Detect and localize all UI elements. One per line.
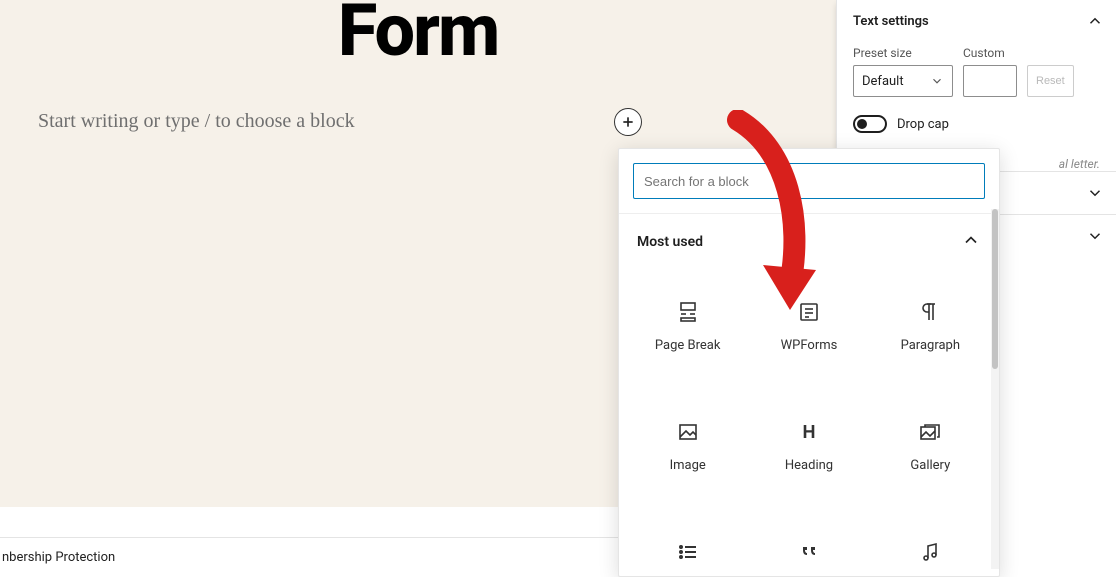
- text-settings-title: Text settings: [853, 14, 929, 29]
- custom-size-label: Custom: [963, 46, 1017, 60]
- reset-button[interactable]: Reset: [1027, 65, 1074, 97]
- preset-size-select[interactable]: Default: [853, 65, 953, 97]
- image-icon: [676, 420, 700, 444]
- chevron-down-icon: [1086, 227, 1104, 245]
- chevron-down-icon: [930, 74, 944, 88]
- paragraph-icon: [918, 300, 942, 324]
- block-inserter-popover: Most used Page Break WPForms: [618, 148, 1000, 577]
- most-used-title: Most used: [637, 234, 703, 250]
- most-used-header[interactable]: Most used: [619, 214, 999, 260]
- list-icon: [676, 540, 700, 564]
- page-break-icon: [676, 300, 700, 324]
- block-list[interactable]: List: [627, 506, 748, 576]
- block-image[interactable]: Image: [627, 386, 748, 506]
- block-search-input[interactable]: [633, 163, 985, 199]
- chevron-up-icon: [1086, 12, 1104, 30]
- drop-cap-label: Drop cap: [897, 117, 949, 132]
- chevron-up-icon: [961, 230, 981, 254]
- svg-text:H: H: [802, 422, 815, 442]
- inserter-scrollbar-thumb[interactable]: [992, 209, 998, 369]
- audio-icon: [918, 540, 942, 564]
- text-settings-body: Preset size Default Custom Reset Drop ca…: [837, 42, 1116, 149]
- block-label: Paragraph: [901, 338, 960, 353]
- block-quote[interactable]: Quote: [748, 506, 869, 576]
- block-heading[interactable]: H Heading: [748, 386, 869, 506]
- chevron-down-icon: [1086, 184, 1104, 202]
- footer-label: nbership Protection: [0, 550, 115, 565]
- block-label: Gallery: [910, 458, 950, 473]
- gallery-icon: [918, 420, 942, 444]
- block-audio[interactable]: Audio: [870, 506, 991, 576]
- text-settings-header[interactable]: Text settings: [837, 0, 1116, 42]
- quote-icon: [797, 540, 821, 564]
- block-label: Image: [670, 458, 706, 473]
- paragraph-placeholder[interactable]: Start writing or type / to choose a bloc…: [38, 110, 355, 133]
- blocks-grid: Page Break WPForms Paragraph Image: [619, 260, 999, 576]
- custom-size-input[interactable]: [963, 65, 1017, 97]
- page-title: Form: [0, 0, 836, 73]
- plus-circle-icon: [620, 114, 636, 130]
- block-label: Heading: [785, 458, 833, 473]
- heading-icon: H: [797, 420, 821, 444]
- block-label: WPForms: [781, 338, 838, 353]
- block-wpforms[interactable]: WPForms: [748, 266, 869, 386]
- drop-cap-toggle[interactable]: [853, 115, 887, 133]
- preset-size-value: Default: [862, 74, 904, 89]
- block-page-break[interactable]: Page Break: [627, 266, 748, 386]
- block-gallery[interactable]: Gallery: [870, 386, 991, 506]
- preset-size-label: Preset size: [853, 46, 953, 60]
- add-block-button[interactable]: [614, 108, 642, 136]
- wpforms-icon: [797, 300, 821, 324]
- block-label: Page Break: [655, 338, 721, 353]
- block-paragraph[interactable]: Paragraph: [870, 266, 991, 386]
- toggle-knob: [857, 119, 867, 129]
